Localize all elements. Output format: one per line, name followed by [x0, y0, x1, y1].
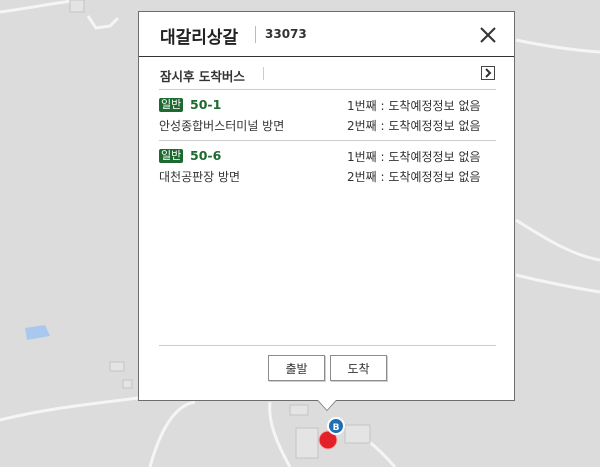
divider — [159, 89, 496, 90]
title-separator — [263, 67, 264, 80]
first-arrival-info: 1번째 : 도착예정정보 없음 — [347, 99, 481, 113]
bus-stop-popup: 대갈리상갈 33073 잠시후 도착버스 일반 50-1 안성종합버스터미널 방… — [138, 11, 515, 401]
route-row[interactable]: 일반 50-1 안성종합버스터미널 방면 1번째 : 도착예정정보 없음 2번째… — [159, 92, 496, 140]
second-arrival-info: 2번째 : 도착예정정보 없음 — [347, 119, 481, 133]
route-row[interactable]: 일반 50-6 대천공판장 방면 1번째 : 도착예정정보 없음 2번째 : 도… — [159, 143, 496, 191]
route-type-badge: 일반 — [159, 98, 184, 112]
header-separator — [255, 26, 256, 43]
route-number[interactable]: 50-6 — [190, 148, 221, 163]
route-number[interactable]: 50-1 — [190, 97, 221, 112]
first-arrival-info: 1번째 : 도착예정정보 없음 — [347, 150, 481, 164]
divider — [159, 345, 496, 346]
second-arrival-info: 2번째 : 도착예정정보 없음 — [347, 170, 481, 184]
more-routes-button[interactable] — [481, 66, 495, 80]
stop-id: 33073 — [265, 27, 307, 41]
chevron-right-icon — [485, 68, 492, 78]
set-departure-button[interactable]: 출발 — [268, 355, 325, 381]
route-direction: 대천공판장 방면 — [159, 170, 241, 184]
divider — [159, 140, 496, 141]
stop-name: 대갈리상갈 — [160, 28, 239, 48]
arriving-soon-title: 잠시후 도착버스 — [160, 69, 245, 84]
popup-header: 대갈리상갈 33073 — [139, 12, 514, 57]
bus-stop-icon-label: B — [333, 423, 340, 433]
set-arrival-button[interactable]: 도착 — [330, 355, 387, 381]
popup-pointer-fill — [318, 400, 336, 410]
close-icon[interactable] — [475, 22, 501, 48]
route-type-badge: 일반 — [159, 149, 184, 163]
route-direction: 안성종합버스터미널 방면 — [159, 119, 285, 133]
